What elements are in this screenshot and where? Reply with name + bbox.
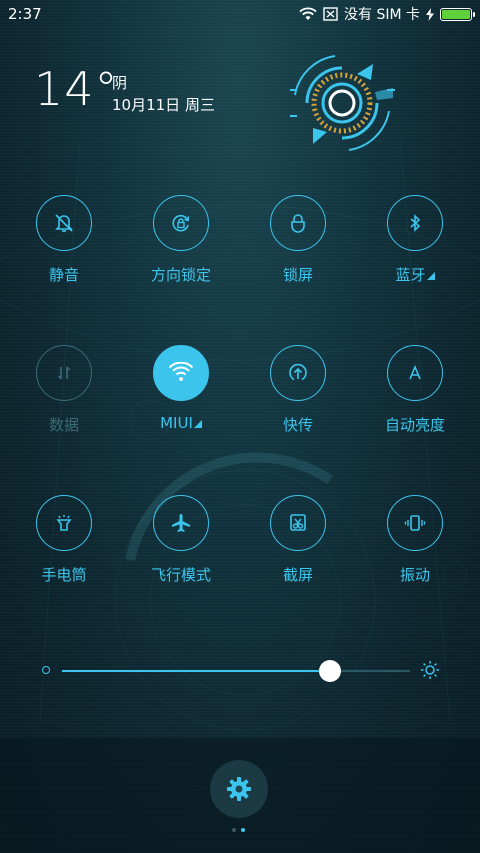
weather-header: 14° 阴 10月11日 周三	[0, 28, 480, 151]
status-bar: 2:37 没有 SIM 卡	[0, 0, 480, 28]
toggle-label: 振动	[399, 566, 430, 584]
toggle-airplane-mode[interactable]: 飞行模式	[127, 495, 237, 595]
toggle-quick-share-button[interactable]	[270, 345, 326, 401]
brightness-fill	[62, 670, 330, 672]
charging-icon	[426, 7, 434, 21]
gear-icon	[227, 777, 251, 801]
toggle-wifi[interactable]: MIUI	[127, 345, 237, 445]
toggle-label: 数据	[48, 416, 79, 434]
rotation-lock-icon	[172, 214, 190, 232]
weather-condition: 阴	[112, 74, 128, 92]
bluetooth-icon	[410, 214, 421, 232]
page-indicator	[232, 828, 245, 832]
temperature: 14°	[34, 62, 119, 116]
toggle-label-with-menu: MIUI	[127, 414, 235, 432]
toggle-vibrate-button[interactable]	[387, 495, 443, 551]
toggle-screenshot-button[interactable]	[270, 495, 326, 551]
bell-off-icon	[55, 214, 73, 232]
toggle-quick-share[interactable]: 快传	[244, 345, 354, 445]
status-time: 2:37	[8, 5, 42, 23]
toggle-wifi-button[interactable]	[153, 345, 209, 401]
toggle-bluetooth[interactable]: 蓝牙	[361, 195, 471, 295]
toggle-rotation-lock-button[interactable]	[153, 195, 209, 251]
brightness-thumb[interactable]	[318, 660, 341, 682]
toggle-mobile-data-button[interactable]	[36, 345, 92, 401]
toggle-label-text: 蓝牙	[395, 266, 426, 284]
page-dot-active	[241, 828, 245, 832]
status-icons: 没有 SIM 卡	[299, 4, 475, 24]
vibrate-icon	[404, 515, 426, 531]
toggle-label: 方向锁定	[150, 266, 211, 284]
quick-share-icon	[289, 363, 307, 381]
toggle-mobile-data[interactable]: 数据	[10, 345, 120, 445]
toggle-label: 自动亮度	[384, 416, 445, 434]
no-sim-icon	[323, 7, 338, 21]
toggle-auto-brightness[interactable]: 自动亮度	[361, 345, 471, 445]
brightness-high-icon	[421, 661, 439, 679]
brightness-slider[interactable]	[0, 650, 480, 690]
toggle-label: 快传	[282, 416, 313, 434]
brightness-track[interactable]	[62, 660, 410, 682]
toggle-auto-brightness-button[interactable]	[387, 345, 443, 401]
toggle-flashlight-button[interactable]	[36, 495, 92, 551]
toggle-label: 静音	[48, 266, 79, 284]
toggle-bluetooth-button[interactable]	[387, 195, 443, 251]
toggle-airplane-mode-button[interactable]	[153, 495, 209, 551]
decorative-dial-icon	[290, 55, 395, 151]
battery-icon	[440, 7, 475, 21]
page-dot	[232, 828, 236, 832]
flashlight-icon	[56, 515, 72, 531]
toggle-flashlight[interactable]: 手电筒	[10, 495, 120, 595]
toggle-label: 截屏	[282, 566, 313, 584]
toggle-rotation-lock[interactable]: 方向锁定	[127, 195, 237, 295]
date-label: 10月11日 周三	[112, 96, 215, 114]
toggle-screenshot[interactable]: 截屏	[244, 495, 354, 595]
expand-menu-indicator-icon[interactable]	[193, 420, 202, 428]
toggle-lock-screen-button[interactable]	[270, 195, 326, 251]
lock-icon	[291, 214, 305, 233]
airplane-icon	[172, 514, 190, 532]
toggle-label: 手电筒	[41, 566, 87, 584]
toggle-label: 飞行模式	[150, 566, 211, 584]
toggle-vibrate[interactable]: 振动	[361, 495, 471, 595]
screenshot-icon	[290, 514, 306, 531]
expand-menu-indicator-icon[interactable]	[426, 272, 435, 280]
wifi-signal-icon	[299, 7, 317, 21]
toggle-lock-screen[interactable]: 锁屏	[244, 195, 354, 295]
brightness-low-icon	[42, 666, 50, 674]
mobile-data-icon	[57, 366, 71, 380]
auto-brightness-icon	[409, 364, 421, 380]
sim-status-text: 没有 SIM 卡	[344, 7, 420, 23]
battery-level	[442, 9, 470, 19]
toggle-label-text: MIUI	[160, 414, 193, 432]
settings-button[interactable]	[210, 760, 268, 818]
toggle-silent-button[interactable]	[36, 195, 92, 251]
toggle-label: 锁屏	[282, 266, 313, 284]
toggle-label-with-menu: 蓝牙	[361, 264, 469, 285]
wifi-icon	[168, 362, 194, 381]
toggle-silent[interactable]: 静音	[10, 195, 120, 295]
